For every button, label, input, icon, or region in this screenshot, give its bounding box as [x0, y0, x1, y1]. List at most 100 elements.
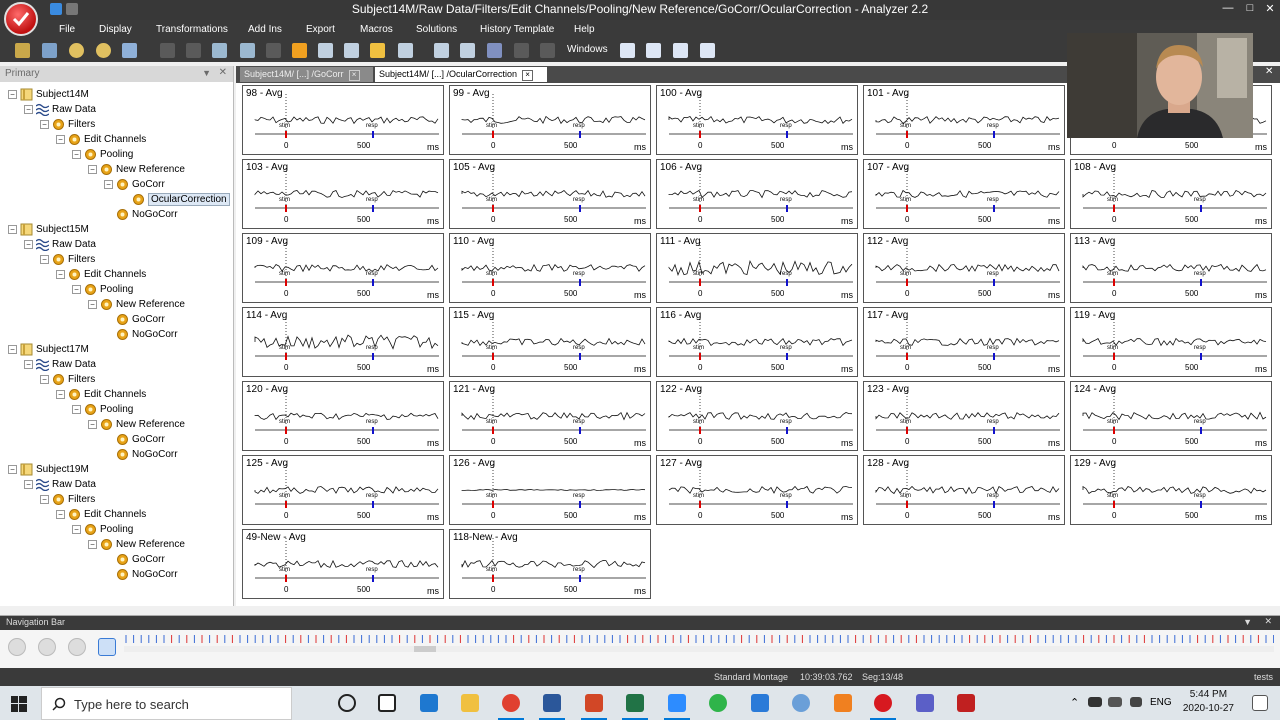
tree-toggle-icon[interactable]: − [56, 135, 65, 144]
tree-node[interactable]: − Edit Channels [56, 268, 146, 283]
app-logo-icon[interactable] [4, 2, 38, 36]
tree-node[interactable]: − Subject15M [8, 223, 89, 238]
tree-toggle-icon[interactable]: − [8, 345, 17, 354]
tree-toggle-icon[interactable]: − [72, 525, 81, 534]
tree-node[interactable]: − Filters [40, 118, 95, 133]
tree-node[interactable]: −NoGoCorr [104, 568, 178, 583]
peak-icon[interactable] [318, 43, 333, 58]
channel-panel[interactable]: 122 - Avg stim resp 0 500 ms [656, 381, 858, 451]
channel-panel[interactable]: 113 - Avg stim resp 0 500 ms [1070, 233, 1272, 303]
zoom-in-icon[interactable] [69, 43, 84, 58]
channel-panel[interactable]: 109 - Avg stim resp 0 500 ms [242, 233, 444, 303]
montage-icon[interactable] [212, 43, 227, 58]
menu-macros[interactable]: Macros [360, 24, 393, 35]
tree-node[interactable]: − Pooling [72, 283, 133, 298]
tree-node[interactable]: − Raw Data [24, 103, 96, 118]
tree-toggle-icon[interactable]: − [40, 255, 49, 264]
channel-panel[interactable]: 112 - Avg stim resp 0 500 ms [863, 233, 1065, 303]
channel-panel[interactable]: 119 - Avg stim resp 0 500 ms [1070, 307, 1272, 377]
tree-node[interactable]: − New Reference [88, 418, 185, 433]
taskbar-search-box[interactable]: Type here to search [41, 687, 292, 720]
taskbar-clock[interactable]: 5:44 PM 2020-10-27 [1183, 688, 1234, 716]
close-pane-icon[interactable]: ✕ [219, 67, 227, 78]
word-icon[interactable] [539, 694, 565, 720]
volume-icon[interactable] [1130, 697, 1142, 707]
tree-node[interactable]: −NoGoCorr [104, 448, 178, 463]
tree-toggle-icon[interactable]: − [24, 105, 33, 114]
channel-panel[interactable]: 101 - Avg stim resp 0 500 ms [863, 85, 1065, 155]
close-document-icon[interactable]: ✕ [1265, 66, 1273, 77]
tree-node[interactable]: − New Reference [88, 298, 185, 313]
zoom-out-icon[interactable] [96, 43, 111, 58]
notifications-icon[interactable] [1252, 695, 1268, 711]
tree-node[interactable]: − New Reference [88, 163, 185, 178]
green-app-icon[interactable] [709, 694, 727, 712]
tree-toggle-icon[interactable]: − [88, 300, 97, 309]
tree-toggle-icon[interactable]: − [24, 240, 33, 249]
battery-icon[interactable] [1088, 697, 1102, 707]
channel-panel[interactable]: 124 - Avg stim resp 0 500 ms [1070, 381, 1272, 451]
pin-icon[interactable]: ▼ [202, 68, 211, 78]
menu-history-template[interactable]: History Template [480, 24, 554, 35]
tree-node[interactable]: −GoCorr [104, 553, 165, 568]
maximize-button[interactable]: □ [1240, 2, 1260, 14]
tree-node[interactable]: − Raw Data [24, 478, 96, 493]
scrollbar-thumb[interactable] [414, 646, 436, 652]
tree-node[interactable]: − New Reference [88, 538, 185, 553]
analyzer-taskbar-icon[interactable] [870, 694, 896, 720]
excel-icon[interactable] [622, 694, 648, 720]
tree-toggle-icon[interactable]: − [56, 390, 65, 399]
tree-node[interactable]: −OcularCorrection [120, 193, 230, 208]
tree-node[interactable]: −NoGoCorr [104, 208, 178, 223]
close-navbar-icon[interactable]: ✕ [1264, 616, 1272, 627]
tree-node[interactable]: − Pooling [72, 403, 133, 418]
channel-panel[interactable]: 127 - Avg stim resp 0 500 ms [656, 455, 858, 525]
menu-file[interactable]: File [59, 24, 75, 35]
close-tab-icon[interactable]: × [522, 70, 534, 81]
teams-icon[interactable] [916, 694, 934, 712]
arrow-up-icon[interactable] [292, 43, 307, 58]
scale-icon[interactable] [122, 43, 137, 58]
tree-toggle-icon[interactable]: − [8, 465, 17, 474]
tree-node[interactable]: − Edit Channels [56, 133, 146, 148]
wave-icon[interactable] [370, 43, 385, 58]
tree-node[interactable]: −GoCorr [104, 313, 165, 328]
tree-toggle-icon[interactable]: − [8, 225, 17, 234]
menu-export[interactable]: Export [306, 24, 335, 35]
windows-start-icon[interactable] [11, 696, 27, 712]
channel-panel[interactable]: 114 - Avg stim resp 0 500 ms [242, 307, 444, 377]
tile-horizontal-icon[interactable] [646, 43, 661, 58]
show-hidden-icons-icon[interactable]: ⌃ [1070, 696, 1079, 709]
channel-panel[interactable]: 129 - Avg stim resp 0 500 ms [1070, 455, 1272, 525]
previous-page-button[interactable] [38, 638, 56, 656]
tree-node[interactable]: − Subject14M [8, 88, 89, 103]
task-view-icon[interactable] [378, 694, 396, 712]
network-icon[interactable] [1108, 697, 1122, 707]
tree-node[interactable]: − Pooling [72, 148, 133, 163]
tree-toggle-icon[interactable]: − [72, 405, 81, 414]
tree-node[interactable]: − Filters [40, 253, 95, 268]
arrange-icon[interactable] [700, 43, 715, 58]
matlab-icon[interactable] [834, 694, 852, 712]
tree-node[interactable]: − Raw Data [24, 358, 96, 373]
tree-node[interactable]: − Raw Data [24, 238, 96, 253]
zoom-icon[interactable] [664, 694, 690, 720]
tree-toggle-icon[interactable]: − [56, 510, 65, 519]
channel-panel[interactable]: 49-New - Avg stim resp 0 500 ms [242, 529, 444, 599]
menu-display[interactable]: Display [99, 24, 132, 35]
tree-toggle-icon[interactable]: − [40, 375, 49, 384]
close-tab-icon[interactable]: × [348, 70, 360, 81]
cortana-icon[interactable] [338, 694, 356, 712]
menu-transformations[interactable]: Transformations [156, 24, 228, 35]
channel-panel[interactable]: 115 - Avg stim resp 0 500 ms [449, 307, 651, 377]
channels-icon[interactable] [240, 43, 255, 58]
minimize-button[interactable]: — [1218, 2, 1238, 14]
open-icon[interactable] [15, 43, 30, 58]
tree-node[interactable]: −GoCorr [104, 178, 165, 193]
channel-panel[interactable]: 107 - Avg stim resp 0 500 ms [863, 159, 1065, 229]
r-icon[interactable] [434, 43, 449, 58]
m-icon[interactable] [460, 43, 475, 58]
pin-icon[interactable]: ▼ [1243, 617, 1252, 627]
tree-toggle-icon[interactable]: − [72, 285, 81, 294]
channel-panel[interactable]: 103 - Avg stim resp 0 500 ms [242, 159, 444, 229]
